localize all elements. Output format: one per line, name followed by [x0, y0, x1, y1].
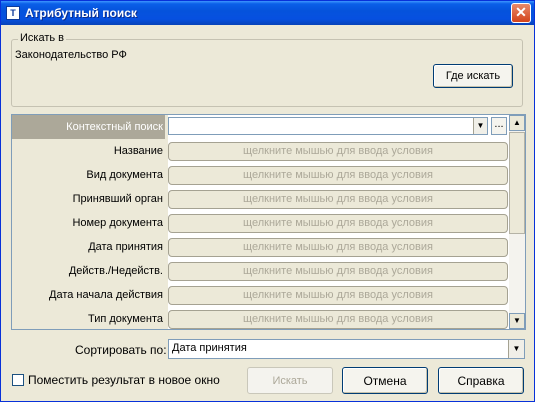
condition-field[interactable]: щелкните мышью для ввода условия [168, 190, 508, 209]
table-row[interactable]: Номер документа щелкните мышью для ввода… [12, 211, 512, 235]
table-row[interactable]: Дата принятия щелкните мышью для ввода у… [12, 235, 512, 259]
scroll-up-icon[interactable]: ▲ [509, 115, 525, 131]
context-search-input[interactable]: ▼ [168, 117, 488, 135]
row-label: Вид документа [86, 169, 163, 181]
table-row[interactable]: Тип документа щелкните мышью для ввода у… [12, 307, 512, 329]
context-search-label: Контекстный поиск [12, 115, 165, 139]
new-window-label[interactable]: Поместить результат в новое окно [28, 373, 220, 387]
sort-value: Дата принятия [172, 342, 247, 354]
table-row[interactable]: Принявший орган щелкните мышью для ввода… [12, 187, 512, 211]
condition-field[interactable]: щелкните мышью для ввода условия [168, 262, 508, 281]
search-in-source: Законодательство РФ [15, 49, 127, 61]
table-row[interactable]: Действ./Недейств. щелкните мышью для вво… [12, 259, 512, 283]
scroll-thumb[interactable] [509, 132, 525, 234]
table-row[interactable]: Дата начала действия щелкните мышью для … [12, 283, 512, 307]
vertical-scrollbar[interactable]: ▲ ▼ [509, 115, 525, 329]
condition-field[interactable]: щелкните мышью для ввода условия [168, 286, 508, 305]
condition-field[interactable]: щелкните мышью для ввода условия [168, 310, 508, 329]
condition-field[interactable]: щелкните мышью для ввода условия [168, 142, 508, 161]
new-window-checkbox[interactable] [12, 374, 24, 386]
search-button[interactable]: Искать [247, 367, 333, 394]
context-search-row[interactable]: Контекстный поиск ▼ ... [12, 115, 512, 139]
row-label: Дата начала действия [49, 289, 163, 301]
window-title: Атрибутный поиск [25, 6, 137, 20]
row-label: Дата принятия [88, 241, 163, 253]
table-row[interactable]: Название щелкните мышью для ввода услови… [12, 139, 512, 163]
sort-select[interactable]: Дата принятия ▼ [168, 339, 525, 359]
condition-field[interactable]: щелкните мышью для ввода условия [168, 238, 508, 257]
row-label: Номер документа [72, 217, 163, 229]
condition-field[interactable]: щелкните мышью для ввода условия [168, 214, 508, 233]
close-icon[interactable]: ✕ [511, 3, 531, 23]
condition-field[interactable]: щелкните мышью для ввода условия [168, 166, 508, 185]
row-label: Действ./Недейств. [68, 265, 163, 277]
chevron-down-icon[interactable]: ▼ [508, 340, 524, 358]
app-icon: Т [6, 6, 20, 20]
where-to-search-button[interactable]: Где искать [433, 64, 513, 88]
sort-label: Сортировать по: [75, 343, 167, 357]
help-button[interactable]: Справка [438, 367, 524, 394]
row-label: Название [113, 145, 163, 157]
table-row[interactable]: Вид документа щелкните мышью для ввода у… [12, 163, 512, 187]
more-button[interactable]: ... [491, 117, 507, 135]
chevron-down-icon[interactable]: ▼ [473, 118, 487, 134]
dialog-window: Т Атрибутный поиск ✕ Искать в Законодате… [0, 0, 535, 402]
attribute-grid: Контекстный поиск ▼ ... Название щелкнит… [11, 114, 526, 330]
scroll-down-icon[interactable]: ▼ [509, 313, 525, 329]
cancel-button[interactable]: Отмена [342, 367, 428, 394]
row-label: Принявший орган [72, 193, 163, 205]
search-in-legend: Искать в [18, 32, 67, 44]
title-bar[interactable]: Т Атрибутный поиск ✕ [1, 1, 534, 25]
row-label: Тип документа [87, 313, 163, 325]
